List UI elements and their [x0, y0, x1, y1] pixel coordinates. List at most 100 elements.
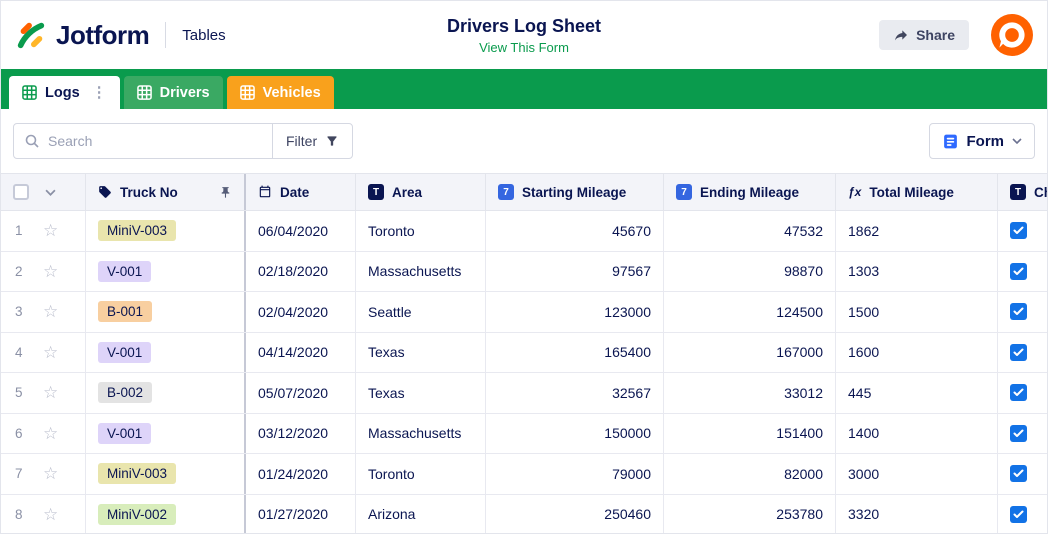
starting-mileage-cell[interactable]: 97567 — [486, 251, 664, 291]
checkbox-checked[interactable] — [1010, 465, 1027, 483]
checkbox-checked[interactable] — [1010, 384, 1027, 402]
table-row[interactable]: 3 ☆ B-001 02/04/2020 Seattle 123000 1245… — [1, 292, 1047, 333]
truck-badge[interactable]: MiniV-002 — [98, 503, 177, 525]
tab-menu-dots-icon[interactable]: ⋮ — [92, 85, 107, 100]
star-icon[interactable]: ☆ — [43, 506, 58, 523]
truck-badge[interactable]: MiniV-003 — [98, 463, 177, 485]
starting-mileage-cell[interactable]: 165400 — [486, 332, 664, 372]
column-header-ending-mileage[interactable]: 7 Ending Mileage — [664, 174, 836, 210]
account-avatar[interactable] — [991, 14, 1033, 56]
checkbox-checked[interactable] — [1010, 505, 1027, 523]
ending-mileage-cell[interactable]: 33012 — [664, 373, 836, 413]
checkbox-checked[interactable] — [1010, 343, 1027, 361]
starting-mileage-cell[interactable]: 32567 — [486, 373, 664, 413]
truck-badge[interactable]: V-001 — [98, 341, 152, 363]
column-header-starting-mileage[interactable]: 7 Starting Mileage — [486, 174, 664, 210]
column-header-checked[interactable]: T Ch — [998, 174, 1047, 210]
total-mileage-cell[interactable]: 445 — [836, 373, 998, 413]
column-header-total-mileage[interactable]: ƒx Total Mileage — [836, 174, 998, 210]
starting-mileage-cell[interactable]: 45670 — [486, 211, 664, 251]
truck-badge[interactable]: V-001 — [98, 422, 152, 444]
column-header-truck-no[interactable]: Truck No — [86, 174, 246, 210]
total-mileage-cell[interactable]: 3000 — [836, 454, 998, 494]
truck-no-cell[interactable]: MiniV-003 — [86, 454, 246, 494]
truck-badge[interactable]: B-001 — [98, 301, 153, 323]
total-mileage-cell[interactable]: 1303 — [836, 251, 998, 291]
ending-mileage-cell[interactable]: 253780 — [664, 494, 836, 533]
ending-mileage-cell[interactable]: 82000 — [664, 454, 836, 494]
star-icon[interactable]: ☆ — [43, 263, 58, 280]
table-row[interactable]: 6 ☆ V-001 03/12/2020 Massachusetts 15000… — [1, 413, 1047, 454]
area-cell[interactable]: Toronto — [356, 454, 486, 494]
date-cell[interactable]: 01/24/2020 — [246, 454, 356, 494]
area-cell[interactable]: Texas — [356, 332, 486, 372]
star-icon[interactable]: ☆ — [43, 425, 58, 442]
ending-mileage-cell[interactable]: 98870 — [664, 251, 836, 291]
starting-mileage-cell[interactable]: 150000 — [486, 413, 664, 453]
checkbox-checked[interactable] — [1010, 262, 1027, 280]
total-mileage-cell[interactable]: 1400 — [836, 413, 998, 453]
date-cell[interactable]: 06/04/2020 — [246, 211, 356, 251]
view-this-form-link[interactable]: View This Form — [447, 40, 601, 55]
date-cell[interactable]: 04/14/2020 — [246, 332, 356, 372]
truck-no-cell[interactable]: MiniV-003 — [86, 211, 246, 251]
truck-no-cell[interactable]: V-001 — [86, 332, 246, 372]
chevron-down-icon[interactable] — [45, 189, 56, 196]
area-cell[interactable]: Massachusetts — [356, 251, 486, 291]
table-row[interactable]: 7 ☆ MiniV-003 01/24/2020 Toronto 79000 8… — [1, 454, 1047, 495]
truck-badge[interactable]: B-002 — [98, 382, 153, 404]
truck-no-cell[interactable]: V-001 — [86, 251, 246, 291]
table-row[interactable]: 5 ☆ B-002 05/07/2020 Texas 32567 33012 4… — [1, 373, 1047, 414]
total-mileage-cell[interactable]: 1600 — [836, 332, 998, 372]
star-icon[interactable]: ☆ — [43, 222, 58, 239]
truck-no-cell[interactable]: B-001 — [86, 292, 246, 332]
truck-no-cell[interactable]: MiniV-002 — [86, 494, 246, 533]
date-cell[interactable]: 03/12/2020 — [246, 413, 356, 453]
tab-logs[interactable]: Logs ⋮ — [9, 76, 120, 109]
date-cell[interactable]: 02/18/2020 — [246, 251, 356, 291]
table-row[interactable]: 2 ☆ V-001 02/18/2020 Massachusetts 97567… — [1, 251, 1047, 292]
ending-mileage-cell[interactable]: 167000 — [664, 332, 836, 372]
table-row[interactable]: 1 ☆ MiniV-003 06/04/2020 Toronto 45670 4… — [1, 211, 1047, 252]
area-cell[interactable]: Massachusetts — [356, 413, 486, 453]
truck-badge[interactable]: V-001 — [98, 260, 152, 282]
pin-icon[interactable] — [219, 186, 232, 199]
total-mileage-cell[interactable]: 1862 — [836, 211, 998, 251]
star-icon[interactable]: ☆ — [43, 465, 58, 482]
checkbox-checked[interactable] — [1010, 222, 1027, 240]
ending-mileage-cell[interactable]: 151400 — [664, 413, 836, 453]
date-cell[interactable]: 05/07/2020 — [246, 373, 356, 413]
area-cell[interactable]: Toronto — [356, 211, 486, 251]
tab-vehicles[interactable]: Vehicles — [226, 76, 334, 109]
truck-no-cell[interactable]: V-001 — [86, 413, 246, 453]
total-mileage-cell[interactable]: 1500 — [836, 292, 998, 332]
table-row[interactable]: 4 ☆ V-001 04/14/2020 Texas 165400 167000… — [1, 332, 1047, 373]
starting-mileage-cell[interactable]: 250460 — [486, 494, 664, 533]
star-icon[interactable]: ☆ — [43, 344, 58, 361]
truck-badge[interactable]: MiniV-003 — [98, 220, 177, 242]
ending-mileage-cell[interactable]: 124500 — [664, 292, 836, 332]
tab-drivers[interactable]: Drivers — [123, 76, 223, 109]
jotform-logo[interactable]: Jotform — [15, 19, 150, 51]
filter-button[interactable]: Filter — [272, 123, 354, 159]
column-header-date[interactable]: Date — [246, 174, 356, 210]
date-cell[interactable]: 01/27/2020 — [246, 494, 356, 533]
select-all-checkbox[interactable] — [13, 184, 29, 200]
share-button[interactable]: Share — [879, 20, 969, 50]
column-header-area[interactable]: T Area — [356, 174, 486, 210]
date-cell[interactable]: 02/04/2020 — [246, 292, 356, 332]
form-button[interactable]: Form — [928, 123, 1035, 159]
area-cell[interactable]: Seattle — [356, 292, 486, 332]
ending-mileage-cell[interactable]: 47532 — [664, 211, 836, 251]
starting-mileage-cell[interactable]: 79000 — [486, 454, 664, 494]
search-input[interactable] — [48, 133, 262, 149]
truck-no-cell[interactable]: B-002 — [86, 373, 246, 413]
area-cell[interactable]: Arizona — [356, 494, 486, 533]
area-cell[interactable]: Texas — [356, 373, 486, 413]
checkbox-checked[interactable] — [1010, 424, 1027, 442]
table-row[interactable]: 8 ☆ MiniV-002 01/27/2020 Arizona 250460 … — [1, 494, 1047, 533]
checkbox-checked[interactable] — [1010, 303, 1027, 321]
star-icon[interactable]: ☆ — [43, 303, 58, 320]
starting-mileage-cell[interactable]: 123000 — [486, 292, 664, 332]
total-mileage-cell[interactable]: 3320 — [836, 494, 998, 533]
